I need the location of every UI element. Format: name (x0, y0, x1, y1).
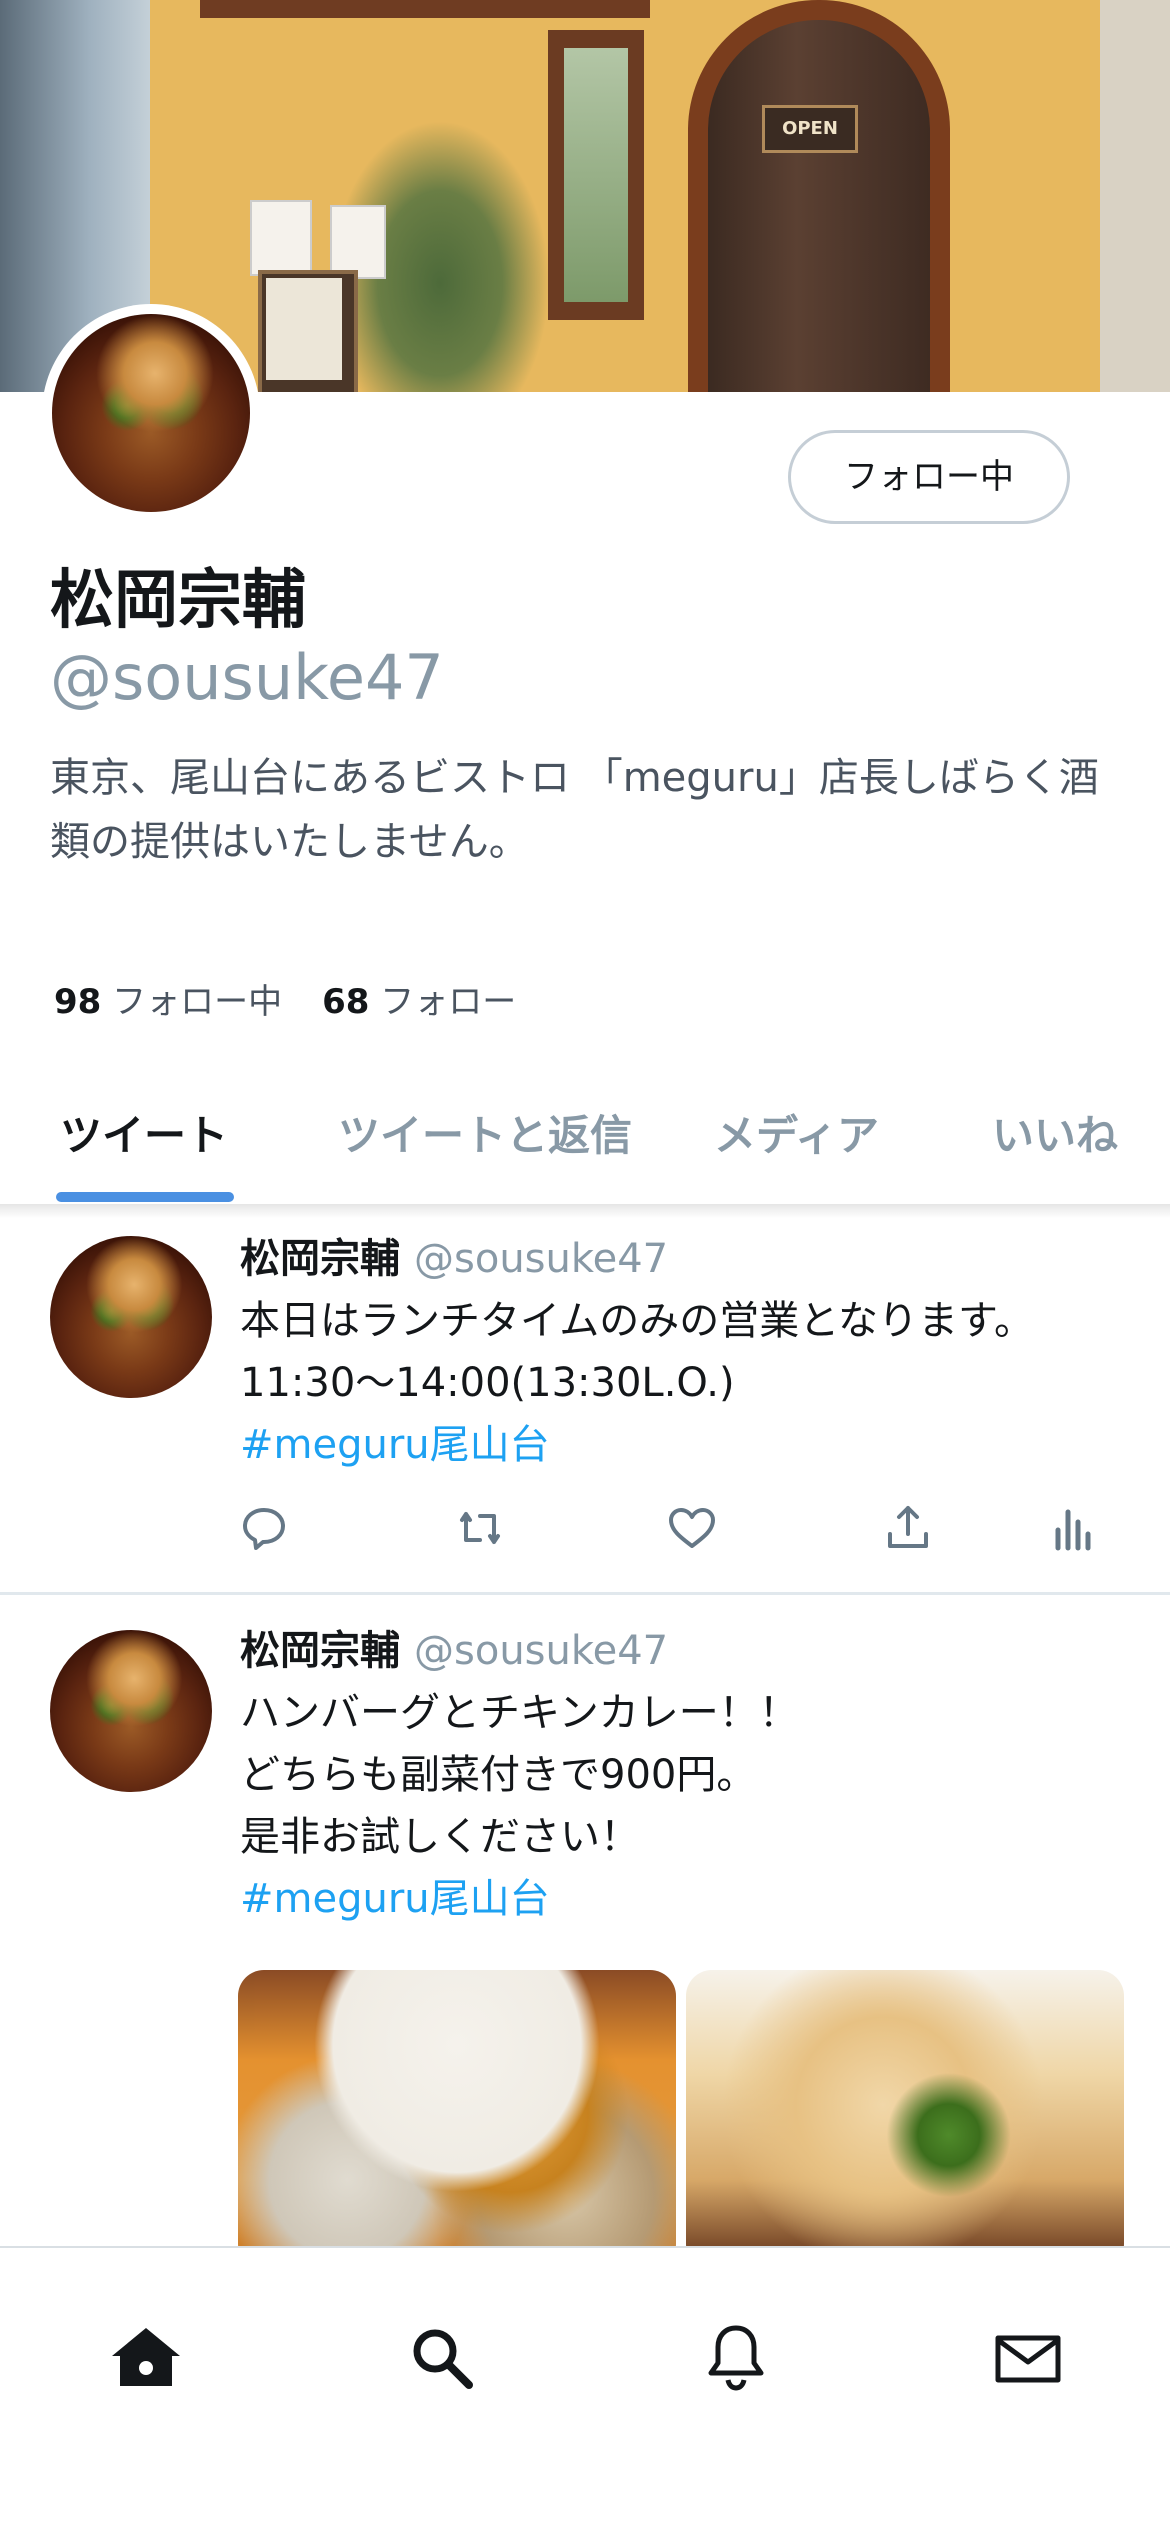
active-tab-indicator (56, 1192, 234, 1202)
retweet-icon[interactable] (450, 1498, 510, 1558)
following-label: フォロー中 (112, 982, 283, 1022)
profile-handle: @sousuke47 (50, 641, 444, 714)
tweet-hashtag[interactable]: #meguru尾山台 (240, 1868, 550, 1930)
tweet-media-pasta-photo[interactable] (686, 1970, 1124, 2270)
tweet-author-handle: @sousuke47 (414, 1628, 669, 1674)
header-menu-poster (250, 200, 312, 276)
header-menu-board-paper (266, 278, 342, 380)
following-count: 98 (54, 982, 102, 1022)
tweet-hashtag[interactable]: #meguru尾山台 (240, 1414, 550, 1476)
tabs-shadow (0, 1204, 1170, 1218)
tweet-text: ハンバーグとチキンカレー！！ どちらも副菜付きで900円。 是非お試しください！ (240, 1690, 799, 1860)
tweet-divider (0, 1592, 1170, 1595)
messages-icon[interactable] (988, 2318, 1068, 2398)
reply-icon[interactable] (234, 1498, 294, 1558)
followers-count: 68 (322, 982, 370, 1022)
analytics-icon[interactable] (1042, 1498, 1102, 1558)
tweet-author-handle: @sousuke47 (414, 1236, 669, 1282)
tweet-header: 松岡宗輔 @sousuke47 (240, 1232, 668, 1286)
tab-tweets[interactable]: ツイート (60, 1096, 228, 1176)
profile-display-name: 松岡宗輔 (50, 564, 306, 638)
header-door (708, 20, 930, 392)
tweet-avatar[interactable] (50, 1630, 212, 1792)
tweet-actions (0, 1498, 1170, 1558)
followers-stat[interactable]: 68 フォロー (322, 982, 516, 1022)
header-menu-poster (330, 205, 386, 279)
header-window-glass (564, 48, 628, 302)
tweet-author-name: 松岡宗輔 (240, 1236, 400, 1282)
tweet-text: 本日はランチタイムのみの営業となります。 11:30〜14:00(13:30L.… (240, 1298, 1034, 1406)
share-icon[interactable] (878, 1498, 938, 1558)
tab-likes[interactable]: いいね (992, 1096, 1118, 1176)
followers-label: フォロー (380, 982, 517, 1022)
tab-tweets-and-replies[interactable]: ツイートと返信 (338, 1096, 632, 1176)
bottom-navigation (0, 2246, 1170, 2534)
avatar-food-image (52, 314, 250, 512)
home-icon[interactable] (106, 2318, 186, 2398)
search-icon[interactable] (402, 2318, 482, 2398)
tweet-media-curry-photo[interactable] (238, 1970, 676, 2270)
profile-stats: 98 フォロー中 68 フォロー (54, 972, 516, 1032)
like-icon[interactable] (662, 1498, 722, 1558)
notifications-icon[interactable] (696, 2318, 776, 2398)
following-stat[interactable]: 98 フォロー中 (54, 982, 282, 1022)
tab-media[interactable]: メディア (714, 1096, 879, 1176)
profile-bio: 東京、尾山台にあるビストロ 「meguru」店長しばらく酒類の提供はいたしません… (50, 755, 1099, 865)
following-button[interactable]: フォロー中 (788, 430, 1070, 524)
profile-tabs: ツイート ツイートと返信 メディア いいね (0, 1096, 1170, 1204)
tweet-author-name: 松岡宗輔 (240, 1628, 400, 1674)
tweet-avatar[interactable] (50, 1236, 212, 1398)
tweet-header: 松岡宗輔 @sousuke47 (240, 1624, 668, 1678)
profile-avatar[interactable] (42, 304, 260, 522)
header-wall-beam (200, 0, 650, 18)
header-open-sign: OPEN (762, 105, 858, 153)
